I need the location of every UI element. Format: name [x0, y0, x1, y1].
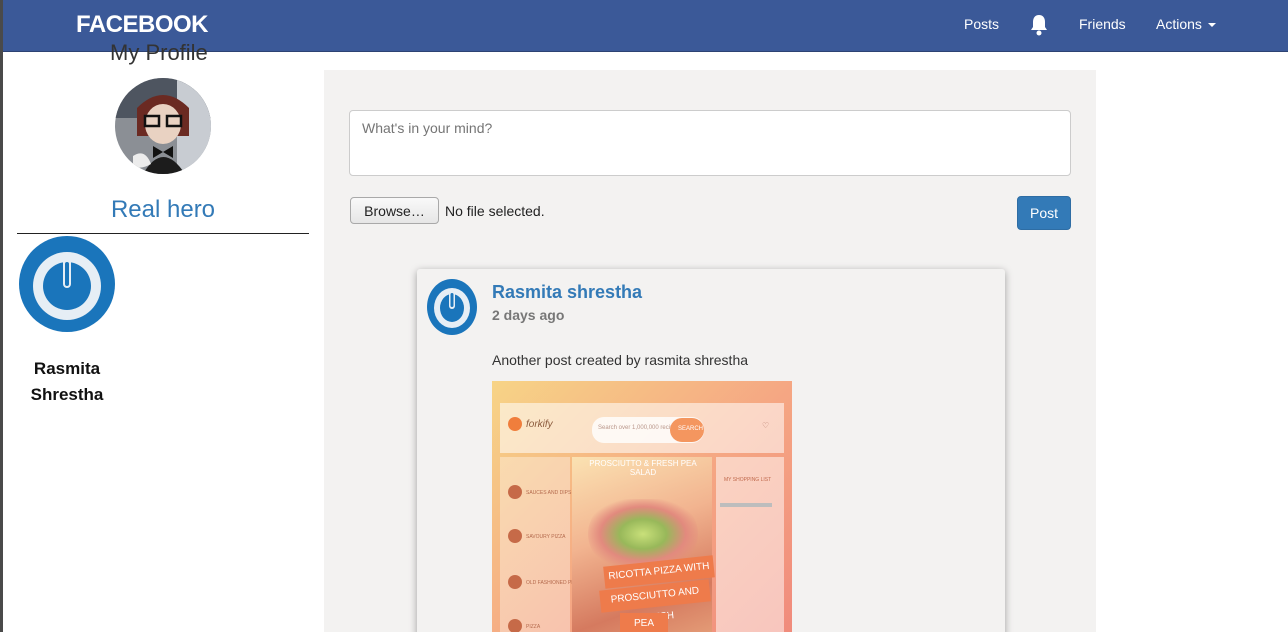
- nav-actions-dropdown[interactable]: Actions: [1156, 16, 1216, 32]
- feed-panel: Browse… No file selected. Post Rasmita s…: [324, 70, 1096, 632]
- image-recipe-list: [500, 457, 570, 632]
- post-image[interactable]: forkify Search over 1,000,000 recipes...…: [492, 381, 792, 632]
- post-timestamp: 2 days ago: [492, 307, 565, 323]
- image-shopping-title: MY SHOPPING LIST: [724, 477, 772, 483]
- post-submit-button[interactable]: Post: [1017, 196, 1071, 230]
- image-hero-title: PROSCIUTTO & FRESH PEA SALAD: [589, 459, 697, 477]
- image-search-button-text: SEARCH: [678, 426, 704, 432]
- brand-logo[interactable]: FACEBOOK: [76, 11, 209, 39]
- file-status-text: No file selected.: [445, 203, 545, 219]
- image-recipe-title: PIZZA: [526, 624, 541, 630]
- image-recipe-thumb: [508, 529, 522, 543]
- profile-avatar[interactable]: [115, 78, 211, 174]
- nav-posts-link[interactable]: Posts: [964, 16, 999, 32]
- image-logo-icon: [508, 417, 522, 431]
- image-logo-text: forkify: [526, 419, 553, 430]
- post-composer-input[interactable]: [349, 110, 1071, 176]
- friend-avatar-power-icon[interactable]: [19, 236, 115, 332]
- image-banner-line: PEA SALAD: [620, 613, 668, 632]
- post-card: Rasmita shrestha 2 days ago Another post…: [417, 269, 1005, 632]
- image-recipe-thumb: [508, 619, 522, 632]
- sidebar-divider: [17, 233, 309, 234]
- image-shopping-panel: [716, 457, 784, 632]
- profile-heading: My Profile: [110, 40, 208, 65]
- image-recipe-thumb: [508, 575, 522, 589]
- profile-photo: [115, 78, 211, 174]
- post-author-avatar-power-icon[interactable]: [427, 279, 477, 335]
- image-heart-icon: ♡: [762, 421, 770, 430]
- post-author-name[interactable]: Rasmita shrestha: [492, 282, 642, 303]
- bell-icon[interactable]: [1030, 14, 1048, 36]
- image-scrollbar: [720, 503, 772, 507]
- image-recipe-thumb: [508, 485, 522, 499]
- nav-friends-link[interactable]: Friends: [1079, 16, 1126, 32]
- browse-file-button[interactable]: Browse…: [350, 197, 439, 224]
- caret-down-icon: [1207, 23, 1216, 28]
- nav-actions-label: Actions: [1156, 16, 1202, 32]
- friend-name[interactable]: Rasmita Shrestha: [17, 356, 117, 408]
- post-text: Another post created by rasmita shrestha: [492, 352, 749, 368]
- profile-name[interactable]: Real hero: [3, 196, 323, 224]
- image-recipe-title: SAVOURY PIZZA: [526, 534, 566, 540]
